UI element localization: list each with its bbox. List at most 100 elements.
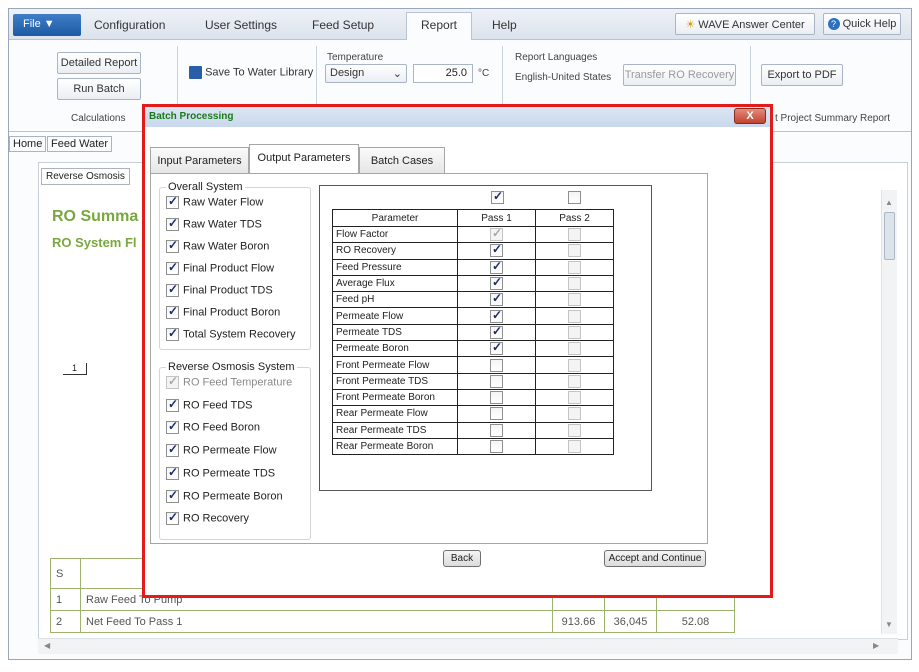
parameter-name: Rear Permeate Boron	[332, 437, 458, 456]
table-cell: 913.66	[552, 610, 605, 633]
pass2-checkbox	[568, 325, 581, 339]
checkbox[interactable]	[166, 260, 179, 275]
table-cell: 2	[50, 610, 81, 633]
pass1-checkbox[interactable]	[490, 259, 503, 274]
pass-cell	[457, 372, 536, 390]
checkbox-final-product-boron[interactable]: Final Product Boron	[166, 304, 280, 322]
checkbox[interactable]	[166, 419, 179, 434]
temperature-input[interactable]: 25.0	[413, 64, 473, 83]
scroll-thumb[interactable]	[884, 212, 895, 260]
menu-feed-setup[interactable]: Feed Setup	[312, 18, 374, 32]
pass1-checkbox[interactable]	[490, 340, 503, 356]
vertical-scrollbar[interactable]: ▲ ▼	[881, 190, 897, 634]
checkbox[interactable]	[166, 397, 179, 412]
header-pass1: Pass 1	[457, 209, 536, 227]
checkbox[interactable]	[166, 326, 179, 341]
checkbox[interactable]	[166, 304, 179, 319]
export-pdf-button[interactable]: Export to PDF	[761, 64, 843, 86]
menu-report[interactable]: Report	[421, 18, 457, 32]
save-library-button[interactable]: Save To Water Library	[189, 66, 313, 79]
checkbox[interactable]	[166, 465, 179, 480]
detailed-report-button[interactable]: Detailed Report	[57, 52, 141, 74]
table-row: Rear Permeate Boron	[332, 437, 614, 456]
menu-configuration[interactable]: Configuration	[94, 18, 165, 32]
checkbox-ro-feed-tds[interactable]: RO Feed TDS	[166, 397, 253, 415]
select-all-pass2-checkbox[interactable]	[568, 191, 581, 204]
pass1-checkbox[interactable]	[490, 324, 503, 339]
pass1-checkbox[interactable]	[490, 242, 503, 258]
file-menu-button[interactable]: File ▼	[13, 14, 81, 36]
output-parameters-panel: Overall System Raw Water Flow Raw Water …	[150, 173, 708, 544]
save-icon	[189, 66, 202, 79]
checkbox-ro-feed-temperature: RO Feed Temperature	[166, 374, 292, 392]
pass1-checkbox[interactable]	[490, 440, 503, 453]
parameter-name: Front Permeate Flow	[332, 356, 458, 374]
report-subheading: RO System Fl	[52, 235, 137, 250]
pass1-checkbox[interactable]	[490, 275, 503, 291]
checkbox[interactable]	[166, 238, 179, 253]
scroll-up-icon[interactable]: ▲	[885, 198, 893, 207]
report-languages-label: Report Languages	[515, 52, 598, 63]
pass1-checkbox[interactable]	[490, 358, 503, 372]
pass2-checkbox	[568, 277, 581, 291]
scroll-down-icon[interactable]: ▼	[885, 620, 893, 629]
checkbox-ro-permeate-flow[interactable]: RO Permeate Flow	[166, 442, 277, 460]
temperature-unit: °C	[478, 68, 490, 79]
table-row: Feed pH	[332, 291, 614, 309]
checkbox[interactable]	[166, 510, 179, 525]
pass-cell	[457, 405, 536, 423]
back-button[interactable]: Back	[443, 550, 481, 567]
checkbox-ro-feed-boron[interactable]: RO Feed Boron	[166, 419, 260, 437]
answer-center-button[interactable]: ☀ WAVE Answer Center	[675, 13, 815, 35]
checkbox[interactable]	[166, 216, 179, 231]
report-language-value[interactable]: English-United States	[515, 72, 611, 83]
pass2-checkbox	[568, 358, 581, 372]
checkbox-ro-permeate-tds[interactable]: RO Permeate TDS	[166, 465, 275, 483]
pass1-checkbox	[490, 226, 503, 242]
pass1-checkbox[interactable]	[490, 374, 503, 388]
pass2-checkbox	[568, 407, 581, 421]
checkbox[interactable]	[166, 488, 179, 503]
pass1-checkbox[interactable]	[490, 291, 503, 307]
close-icon[interactable]: X	[734, 108, 766, 124]
tab-input-parameters[interactable]: Input Parameters	[150, 147, 249, 173]
checkbox-raw-water-boron[interactable]: Raw Water Boron	[166, 238, 269, 256]
pass2-checkbox	[568, 260, 581, 274]
tab-output-parameters[interactable]: Output Parameters	[249, 144, 359, 173]
checkbox-raw-water-flow[interactable]: Raw Water Flow	[166, 194, 263, 212]
checkbox-raw-water-tds[interactable]: Raw Water TDS	[166, 216, 262, 234]
quick-help-button[interactable]: ? Quick Help	[823, 13, 901, 35]
transfer-ro-recovery-button[interactable]: Transfer RO Recovery	[623, 64, 736, 86]
tab-home[interactable]: Home	[9, 136, 47, 152]
checkbox[interactable]	[166, 442, 179, 457]
checkbox-ro-permeate-boron[interactable]: RO Permeate Boron	[166, 488, 283, 506]
pass1-checkbox[interactable]	[490, 308, 503, 323]
checkbox-total-system-recovery[interactable]: Total System Recovery	[166, 326, 295, 344]
tab-feed-water[interactable]: Feed Water	[47, 136, 113, 152]
parameter-name: RO Recovery	[332, 242, 458, 260]
horizontal-scrollbar[interactable]: ◀ ▶	[38, 638, 898, 654]
menu-user-settings[interactable]: User Settings	[205, 18, 277, 32]
scroll-left-icon[interactable]: ◀	[44, 641, 50, 650]
select-all-pass1-checkbox[interactable]	[491, 189, 504, 204]
checkbox-final-product-tds[interactable]: Final Product TDS	[166, 282, 273, 300]
menu-help[interactable]: Help	[492, 18, 517, 32]
pass-cell	[535, 291, 614, 309]
pass1-checkbox[interactable]	[490, 423, 503, 437]
pass1-checkbox[interactable]	[490, 391, 503, 405]
tab-batch-cases[interactable]: Batch Cases	[359, 147, 445, 173]
checkbox[interactable]	[166, 194, 179, 209]
checkbox-ro-recovery[interactable]: RO Recovery	[166, 510, 249, 528]
pass-cell	[457, 225, 536, 244]
temperature-mode-select[interactable]: Design ⌄	[325, 64, 407, 83]
run-batch-button[interactable]: Run Batch	[57, 78, 141, 100]
pass-cell	[535, 437, 614, 456]
scroll-right-icon[interactable]: ▶	[873, 641, 879, 650]
pass1-checkbox[interactable]	[490, 407, 503, 421]
accept-continue-button[interactable]: Accept and Continue	[604, 550, 706, 567]
pass-cell	[535, 421, 614, 439]
checkbox-final-product-flow[interactable]: Final Product Flow	[166, 260, 274, 278]
tab-reverse-osmosis[interactable]: Reverse Osmosis	[41, 168, 130, 185]
checkbox[interactable]	[166, 282, 179, 297]
parameter-name: Front Permeate TDS	[332, 372, 458, 390]
